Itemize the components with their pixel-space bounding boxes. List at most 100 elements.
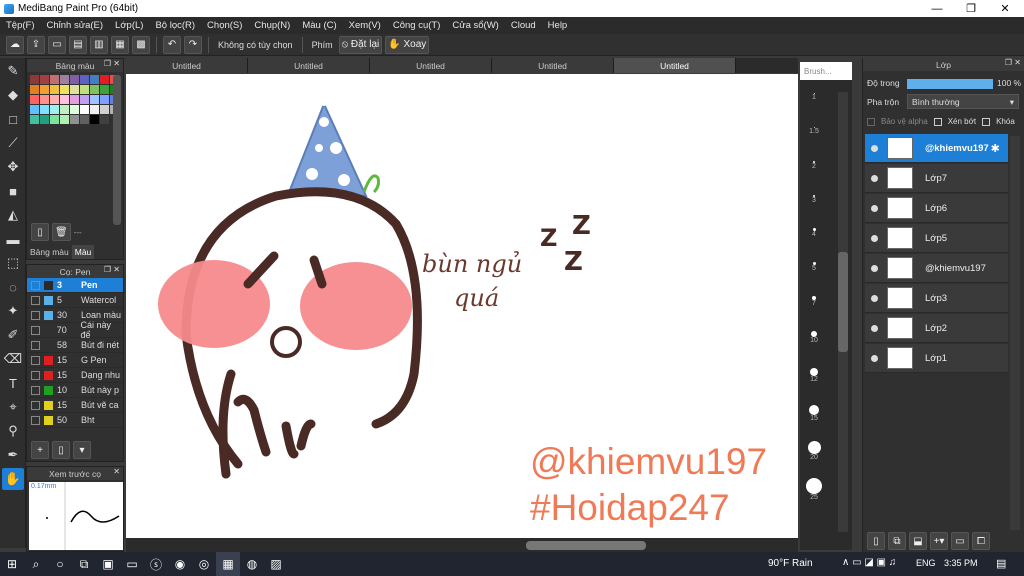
zalo-icon[interactable]: ◎: [192, 552, 216, 576]
brush-menu-icon[interactable]: ▾: [73, 441, 91, 459]
visibility-eye-icon[interactable]: [871, 264, 878, 272]
notifications-icon[interactable]: ▤: [996, 557, 1006, 570]
redo-icon[interactable]: ↷: [184, 35, 202, 54]
rectangle-tool-icon[interactable]: □: [2, 108, 24, 130]
drawing-canvas[interactable]: bùn ngủ quá Z Z Z @khiemvu197 #Hoidap247: [126, 74, 798, 538]
layout-icon[interactable]: ▩: [132, 35, 150, 54]
brush-checkbox[interactable]: [31, 340, 40, 350]
color-swatch[interactable]: [70, 85, 79, 94]
protect-alpha-checkbox[interactable]: [867, 117, 875, 126]
brush-size-option[interactable]: 1: [800, 80, 828, 114]
color-swatch[interactable]: [100, 105, 109, 114]
bucket-tool-icon[interactable]: ◭: [2, 204, 24, 226]
visibility-eye-icon[interactable]: [871, 234, 878, 242]
add-brush-icon[interactable]: +: [31, 441, 49, 459]
menu-snap[interactable]: Chụp(N): [248, 20, 296, 31]
menu-select[interactable]: Chọn(S): [201, 20, 248, 31]
doc-tab[interactable]: Untitled: [370, 58, 492, 73]
select-pen-icon[interactable]: ✐: [2, 324, 24, 346]
panel-close-icon[interactable]: ❐ ✕: [104, 265, 120, 274]
color-swatch[interactable]: [90, 85, 99, 94]
brush-size-option[interactable]: 10: [800, 318, 828, 356]
operation-tool-icon[interactable]: ⌖: [2, 396, 24, 418]
maximize-button[interactable]: ❐: [954, 0, 988, 17]
color-swatch[interactable]: [50, 75, 59, 84]
gear-icon[interactable]: ✱: [991, 142, 1000, 155]
layer-row[interactable]: Lớp5: [865, 224, 1008, 253]
doc-tab[interactable]: Untitled: [248, 58, 370, 73]
eyedropper-icon[interactable]: ✒: [2, 444, 24, 466]
brush-size-option[interactable]: 4: [800, 216, 828, 250]
photos-icon[interactable]: ▨: [264, 552, 288, 576]
rotate-button[interactable]: ✋ Xoay: [385, 35, 430, 54]
layer-row[interactable]: Lớp1: [865, 344, 1008, 373]
panel-close-icon[interactable]: ❐ ✕: [1005, 58, 1021, 67]
folder-icon[interactable]: ▭: [951, 532, 969, 550]
color-swatch[interactable]: [40, 115, 49, 124]
select-eraser-icon[interactable]: ⌫: [2, 348, 24, 370]
brush-item[interactable]: 10 Bút này p: [27, 383, 123, 398]
brush-checkbox[interactable]: [31, 400, 40, 410]
green-app-icon[interactable]: ◍: [240, 552, 264, 576]
layer-row[interactable]: Lớp3: [865, 284, 1008, 313]
brush-size-option[interactable]: 7: [800, 284, 828, 318]
brush-item[interactable]: 15 G Pen: [27, 353, 123, 368]
brush-checkbox[interactable]: [31, 295, 40, 305]
color-swatch[interactable]: [90, 75, 99, 84]
color-swatch[interactable]: [70, 75, 79, 84]
brush-checkbox[interactable]: [31, 280, 40, 290]
color-swatch[interactable]: [100, 95, 109, 104]
lock-checkbox[interactable]: [982, 117, 991, 126]
visibility-eye-icon[interactable]: [871, 144, 878, 152]
brush-item[interactable]: 70 Cái này để: [27, 320, 123, 340]
copy-layer-icon[interactable]: ⧉: [888, 532, 906, 550]
fill-tool-icon[interactable]: ■: [2, 180, 24, 202]
layer-scrollbar[interactable]: [1010, 136, 1020, 530]
menu-cloud[interactable]: Cloud: [505, 20, 542, 31]
store-icon[interactable]: ▣: [96, 552, 120, 576]
color-swatch[interactable]: [40, 85, 49, 94]
brush-size-option[interactable]: 15: [800, 394, 828, 432]
brush-size-option[interactable]: 1.5: [800, 114, 828, 148]
color-swatch[interactable]: [30, 105, 39, 114]
minimize-button[interactable]: —: [920, 0, 954, 17]
brush-size-option[interactable]: 2: [800, 148, 828, 182]
color-swatch[interactable]: [50, 95, 59, 104]
color-swatch[interactable]: [70, 115, 79, 124]
color-swatch[interactable]: [90, 115, 99, 124]
color-swatch[interactable]: [80, 95, 89, 104]
doc-tab[interactable]: Untitled: [492, 58, 614, 73]
windows-start-icon[interactable]: ⊞: [0, 552, 24, 576]
close-button[interactable]: ✕: [988, 0, 1022, 17]
tab-palette[interactable]: Bảng màu: [27, 245, 72, 259]
menu-file[interactable]: Tệp(F): [0, 20, 41, 31]
merge-layer-icon[interactable]: ⬓: [909, 532, 927, 550]
gradient-tool-icon[interactable]: ▬: [2, 228, 24, 250]
move-tool-icon[interactable]: ✥: [2, 156, 24, 178]
brush-item[interactable]: 5 Watercol: [27, 293, 123, 308]
menu-layer[interactable]: Lớp(L): [109, 20, 149, 31]
color-swatch[interactable]: [30, 75, 39, 84]
color-swatch[interactable]: [90, 95, 99, 104]
document-icon[interactable]: ▥: [90, 35, 108, 54]
brush-tool-icon[interactable]: ✎: [2, 60, 24, 82]
color-swatch[interactable]: [100, 75, 109, 84]
color-swatch[interactable]: [50, 115, 59, 124]
color-swatch[interactable]: [50, 85, 59, 94]
brush-size-option[interactable]: 3: [800, 182, 828, 216]
weather-text[interactable]: 90°F Rain: [768, 558, 813, 569]
brush-checkbox[interactable]: [31, 385, 40, 395]
color-swatch[interactable]: [70, 105, 79, 114]
color-swatch[interactable]: [80, 85, 89, 94]
tab-color[interactable]: Màu: [71, 245, 95, 259]
magic-wand-icon[interactable]: ✦: [2, 300, 24, 322]
lasso-tool-icon[interactable]: ◌: [2, 276, 24, 298]
brush-item[interactable]: 15 Dạng nhu: [27, 368, 123, 383]
grid-icon[interactable]: ▦: [111, 35, 129, 54]
undo-icon[interactable]: ↶: [163, 35, 181, 54]
layer-row[interactable]: @khiemvu197 ✱: [865, 134, 1008, 163]
hand-tool-icon[interactable]: ✋: [2, 468, 24, 490]
chrome-icon[interactable]: ◉: [168, 552, 192, 576]
brush-size-option[interactable]: 20: [800, 432, 828, 470]
color-swatch[interactable]: [100, 85, 109, 94]
